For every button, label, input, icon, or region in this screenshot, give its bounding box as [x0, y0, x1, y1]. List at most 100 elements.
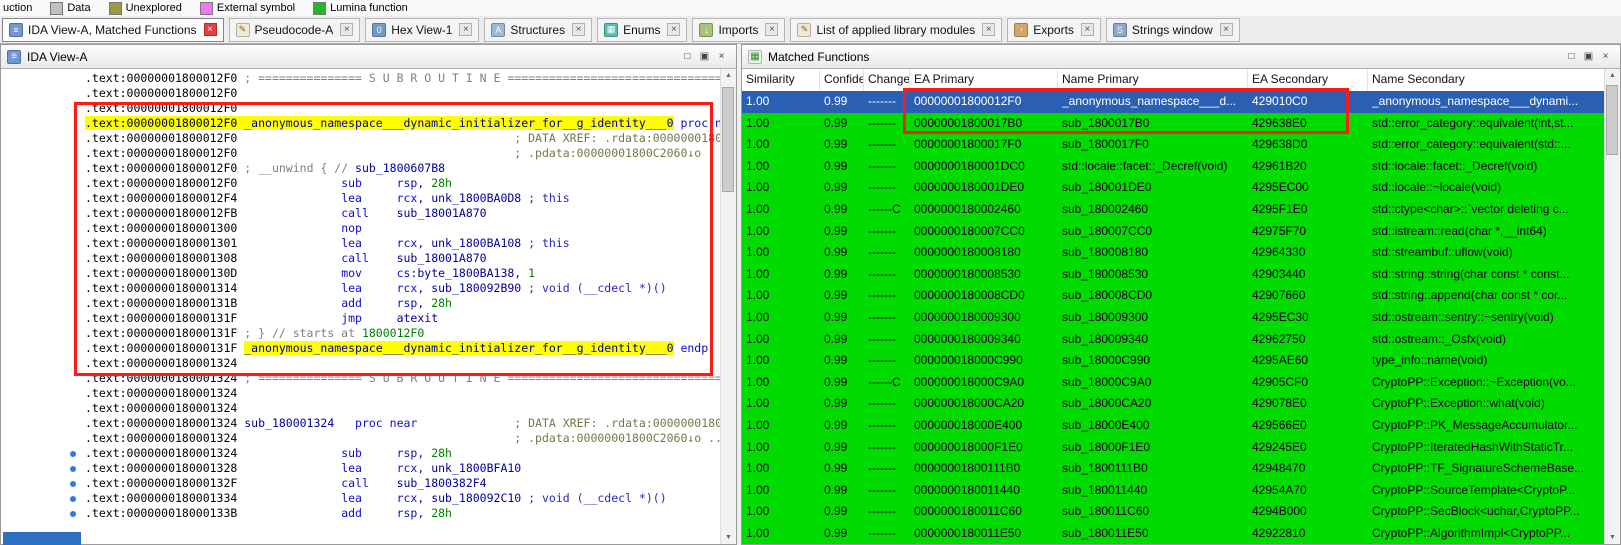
- table-row[interactable]: 1.000.99-------0000000180011C60sub_18001…: [742, 501, 1605, 523]
- asm-line[interactable]: .text:0000000180001301 lea rcx, unk_1800…: [1, 236, 721, 251]
- asm-line[interactable]: .text:00000001800012F0 ; ===============…: [1, 71, 721, 86]
- asm-line[interactable]: .text:0000000180001308 call sub_18001A87…: [1, 251, 721, 266]
- table-row[interactable]: 1.000.99-------00000001800017B0sub_18000…: [742, 113, 1605, 135]
- table-row[interactable]: 1.000.99------C000000018000C9A0sub_18000…: [742, 372, 1605, 394]
- ida-view-icon: ≡: [9, 23, 23, 37]
- column-header-ea-secondary[interactable]: EA Secondary: [1248, 69, 1368, 91]
- table-row[interactable]: 1.000.99-------0000000180001DE0sub_18000…: [742, 177, 1605, 199]
- restore-button[interactable]: □: [679, 49, 696, 64]
- table-cell: CryptoPP::SecBlock<uchar,CryptoPP...: [1368, 501, 1605, 523]
- asm-line[interactable]: .text:000000018000131F _anonymous_namesp…: [1, 341, 721, 356]
- tab-close-icon[interactable]: ×: [1220, 23, 1233, 36]
- tab-close-icon[interactable]: ×: [572, 23, 585, 36]
- asm-line[interactable]: .text:000000018000132F call sub_1800382F…: [1, 476, 721, 491]
- asm-line[interactable]: .text:000000018000133B add rsp, 28h: [1, 506, 721, 521]
- strings-window-icon: S: [1113, 23, 1127, 37]
- float-button[interactable]: ▣: [1580, 49, 1597, 64]
- asm-line[interactable]: .text:000000018000131F ; } // starts at …: [1, 326, 721, 341]
- asm-line[interactable]: .text:000000018000131F jmp atexit: [1, 311, 721, 326]
- close-button[interactable]: ×: [713, 49, 730, 64]
- tab-close-icon[interactable]: ×: [1081, 23, 1094, 36]
- partial-selected-line[interactable]: [3, 532, 81, 545]
- tab-enums[interactable]: ▦Enums×: [597, 18, 687, 42]
- tab-imports[interactable]: ↓Imports×: [692, 18, 785, 42]
- tab-pseudocode-a[interactable]: ✎Pseudocode-A×: [229, 18, 361, 42]
- table-cell: 0.99: [820, 221, 864, 243]
- column-header-name-primary[interactable]: Name Primary: [1058, 69, 1248, 91]
- table-row[interactable]: 1.000.99-------0000000180007CC0sub_18000…: [742, 221, 1605, 243]
- asm-line[interactable]: .text:0000000180001324 sub_180001324 pro…: [1, 416, 721, 431]
- table-row[interactable]: 1.000.99-------0000000180011E50sub_18001…: [742, 523, 1605, 544]
- table-row[interactable]: 1.000.99-------000000018000C990sub_18000…: [742, 350, 1605, 372]
- asm-line[interactable]: .text:00000001800012F0: [1, 101, 721, 116]
- asm-line[interactable]: .text:00000001800012F0 ; .pdata:00000001…: [1, 146, 721, 161]
- asm-line[interactable]: .text:0000000180001324 ; .pdata:00000001…: [1, 431, 721, 446]
- table-row[interactable]: 1.000.99-------0000000180008530sub_18000…: [742, 264, 1605, 286]
- table-row[interactable]: 1.000.99-------000000018000CA20sub_18000…: [742, 393, 1605, 415]
- tab-close-icon[interactable]: ×: [204, 23, 217, 36]
- table-cell: CryptoPP::TF_SignatureSchemeBase...: [1368, 458, 1605, 480]
- disassembly-scrollbar[interactable]: ▲ ▼: [720, 69, 736, 544]
- column-header-name-secondary[interactable]: Name Secondary: [1368, 69, 1605, 91]
- asm-line[interactable]: .text:00000001800012F0 ; DATA XREF: .rda…: [1, 131, 721, 146]
- asm-line[interactable]: .text:0000000180001314 lea rcx, sub_1800…: [1, 281, 721, 296]
- asm-line[interactable]: .text:00000001800012F4 lea rcx, unk_1800…: [1, 191, 721, 206]
- asm-line[interactable]: .text:0000000180001324: [1, 386, 721, 401]
- tab-close-icon[interactable]: ×: [459, 23, 472, 36]
- asm-line[interactable]: .text:00000001800012F0: [1, 86, 721, 101]
- scroll-down-icon[interactable]: ▼: [721, 531, 736, 544]
- asm-line[interactable]: .text:0000000180001324 ; ===============…: [1, 371, 721, 386]
- column-header-ea-primary[interactable]: EA Primary: [910, 69, 1058, 91]
- table-row[interactable]: 1.000.99-------0000000180009300sub_18000…: [742, 307, 1605, 329]
- asm-line[interactable]: .text:0000000180001324 sub rsp, 28h: [1, 446, 721, 461]
- table-cell: ------C: [864, 199, 910, 221]
- table-cell: 0000000180001DC0: [910, 156, 1058, 178]
- column-header-similarity[interactable]: Similarity: [742, 69, 820, 91]
- column-header-confidence[interactable]: Confidence: [820, 69, 864, 91]
- asm-line[interactable]: .text:00000001800012F0 ; __unwind { // s…: [1, 161, 721, 176]
- scrollbar-thumb[interactable]: [722, 87, 734, 192]
- scroll-down-icon[interactable]: ▼: [1605, 531, 1620, 544]
- asm-line[interactable]: .text:00000001800012F0 sub rsp, 28h: [1, 176, 721, 191]
- table-row[interactable]: 1.000.99-------00000001800111B0sub_18001…: [742, 458, 1605, 480]
- table-row[interactable]: 1.000.99-------00000001800017F0sub_18000…: [742, 134, 1605, 156]
- asm-line[interactable]: .text:000000018000130D mov cs:byte_1800B…: [1, 266, 721, 281]
- restore-button[interactable]: □: [1563, 49, 1580, 64]
- table-row[interactable]: 1.000.99-------000000018000F1E0sub_18000…: [742, 437, 1605, 459]
- table-cell: -------: [864, 221, 910, 243]
- table-row[interactable]: 1.000.99-------0000000180011440sub_18001…: [742, 480, 1605, 502]
- tab-ida-view-a-matched-functions[interactable]: ≡IDA View-A, Matched Functions×: [2, 18, 224, 42]
- table-row[interactable]: 1.000.99------C0000000180002460sub_18000…: [742, 199, 1605, 221]
- table-scrollbar[interactable]: ▲ ▼: [1604, 69, 1620, 544]
- table-row[interactable]: 1.000.99-------0000000180009340sub_18000…: [742, 329, 1605, 351]
- tab-hex-view-1[interactable]: 0Hex View-1×: [365, 18, 479, 42]
- tab-close-icon[interactable]: ×: [667, 23, 680, 36]
- tab-close-icon[interactable]: ×: [340, 23, 353, 36]
- close-button[interactable]: ×: [1597, 49, 1614, 64]
- asm-line[interactable]: .text:000000018000131B add rsp, 28h: [1, 296, 721, 311]
- asm-line[interactable]: .text:0000000180001334 lea rcx, sub_1800…: [1, 491, 721, 506]
- scroll-up-icon[interactable]: ▲: [1605, 69, 1620, 82]
- asm-line[interactable]: .text:0000000180001324: [1, 401, 721, 416]
- table-row[interactable]: 1.000.99-------000000018000E400sub_18000…: [742, 415, 1605, 437]
- tab-list-of-applied-library-modules[interactable]: ✎List of applied library modules×: [790, 18, 1002, 42]
- asm-line[interactable]: .text:0000000180001328 lea rcx, unk_1800…: [1, 461, 721, 476]
- tab-exports[interactable]: ↑Exports×: [1007, 18, 1101, 42]
- column-header-change[interactable]: Change: [864, 69, 910, 91]
- scroll-up-icon[interactable]: ▲: [721, 69, 736, 82]
- asm-line[interactable]: .text:0000000180001324: [1, 356, 721, 371]
- tab-close-icon[interactable]: ×: [765, 23, 778, 36]
- scrollbar-thumb[interactable]: [1606, 85, 1618, 155]
- asm-line[interactable]: .text:0000000180001300 nop: [1, 221, 721, 236]
- asm-line[interactable]: .text:00000001800012F0 _anonymous_namesp…: [1, 116, 721, 131]
- table-row[interactable]: 1.000.99-------00000001800012F0_anonymou…: [742, 91, 1605, 113]
- tab-structures[interactable]: AStructures×: [484, 18, 592, 42]
- tab-strings-window[interactable]: SStrings window×: [1106, 18, 1240, 42]
- tab-close-icon[interactable]: ×: [982, 23, 995, 36]
- float-button[interactable]: ▣: [696, 49, 713, 64]
- disassembly-view[interactable]: .text:00000001800012F0 ; ===============…: [1, 69, 721, 544]
- table-row[interactable]: 1.000.99-------0000000180008CD0sub_18000…: [742, 285, 1605, 307]
- table-row[interactable]: 1.000.99-------0000000180001DC0std::loca…: [742, 156, 1605, 178]
- table-row[interactable]: 1.000.99-------0000000180008180sub_18000…: [742, 242, 1605, 264]
- asm-line[interactable]: .text:00000001800012FB call sub_18001A87…: [1, 206, 721, 221]
